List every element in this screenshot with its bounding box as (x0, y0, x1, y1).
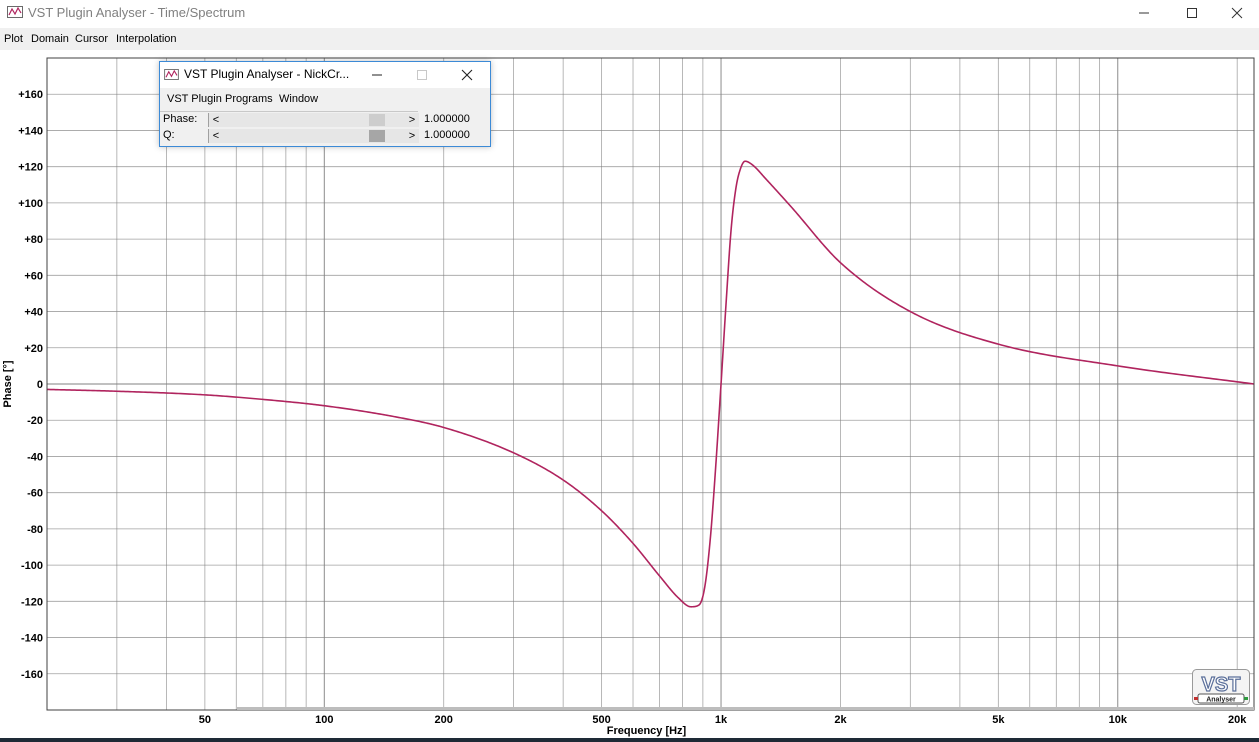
menu-plot[interactable]: Plot (4, 33, 23, 45)
phase-slider[interactable]: < > (208, 113, 419, 127)
logo-icon: VST Analyser (1192, 669, 1250, 705)
x-tick-label: 10k (1109, 714, 1128, 726)
y-tick-label: +100 (18, 198, 43, 210)
vst-analyser-logo: VST Analyser (1192, 669, 1250, 705)
phase-value: 1.000000 (424, 113, 470, 125)
divider (160, 111, 418, 112)
app-icon (7, 6, 23, 18)
x-tick-label: 1k (715, 714, 728, 726)
maximize-icon (1187, 8, 1197, 18)
plugin-window-title: VST Plugin Analyser - NickCr... (184, 67, 350, 81)
logo-subtext: Analyser (1206, 697, 1236, 704)
param-label-phase: Phase: (163, 113, 198, 125)
menu-bar: Plot Domain Cursor Interpolation (0, 28, 1259, 50)
close-icon (1231, 7, 1243, 19)
y-tick-label: +40 (24, 307, 43, 319)
close-button[interactable] (1214, 0, 1259, 26)
phase-plot[interactable]: +160 +140 +120 +100 +80 +60 +40 +20 0 -20 -40 -60 -8… (0, 50, 1259, 742)
x-tick-label: 200 (435, 714, 453, 726)
q-value: 1.000000 (424, 129, 470, 141)
menu-domain[interactable]: Domain (31, 33, 69, 45)
minimize-button[interactable] (1121, 0, 1167, 26)
y-tick-label: +120 (18, 162, 43, 174)
y-tick-label: -20 (27, 415, 43, 427)
y-tick-label: -140 (21, 633, 43, 645)
plot-area[interactable]: +160 +140 +120 +100 +80 +60 +40 +20 0 -20 -40 -60 -8… (0, 50, 1259, 742)
y-tick-label: -100 (21, 560, 43, 572)
x-tick-label: 50 (199, 714, 211, 726)
menu-cursor[interactable]: Cursor (75, 33, 108, 45)
chevron-right-icon[interactable]: > (405, 113, 419, 127)
y-tick-label: -40 (27, 451, 43, 463)
plugin-app-icon (164, 69, 179, 80)
phase-slider-thumb[interactable] (369, 114, 386, 126)
y-tick-label: 0 (37, 379, 43, 391)
plugin-title-bar[interactable]: VST Plugin Analyser - NickCr... (160, 62, 490, 88)
plugin-close-button[interactable] (445, 62, 489, 88)
y-tick-label: +60 (24, 270, 43, 282)
y-tick-label: -120 (21, 596, 43, 608)
param-label-q: Q: (163, 129, 175, 141)
y-tick-label: -60 (27, 488, 43, 500)
x-tick-label: 20k (1228, 714, 1247, 726)
y-axis-label: Phase [°] (2, 360, 14, 408)
x-tick-label: 100 (315, 714, 333, 726)
x-tick-label: 2k (834, 714, 847, 726)
y-tick-label: -160 (21, 669, 43, 681)
menu-interpolation[interactable]: Interpolation (116, 33, 177, 45)
y-tick-labels: +160 +140 +120 +100 +80 +60 +40 +20 0 -20 -40 -60 -8… (18, 89, 43, 681)
chevron-left-icon[interactable]: < (209, 129, 223, 143)
grid (47, 58, 1254, 710)
plugin-menu-programs[interactable]: Programs (225, 93, 273, 105)
plugin-window[interactable]: VST Plugin Analyser - NickCr... VST Plug… (159, 61, 491, 147)
chevron-right-icon[interactable]: > (405, 129, 419, 143)
q-slider-thumb[interactable] (369, 130, 386, 142)
plugin-minimize-button[interactable] (355, 62, 399, 88)
y-tick-label: -80 (27, 524, 43, 536)
minimize-icon (1139, 12, 1149, 14)
x-tick-label: 5k (992, 714, 1005, 726)
window-title: VST Plugin Analyser - Time/Spectrum (28, 5, 246, 20)
y-tick-label: +140 (18, 125, 43, 137)
plugin-menu-window[interactable]: Window (279, 93, 318, 105)
y-tick-label: +160 (18, 89, 43, 101)
minimize-icon (372, 74, 382, 76)
maximize-button[interactable] (1169, 0, 1215, 26)
logo-text: VST (1202, 674, 1241, 696)
q-slider[interactable]: < > (208, 129, 419, 143)
horizontal-scrollbar[interactable] (237, 707, 1254, 710)
y-tick-label: +20 (24, 343, 43, 355)
plugin-maximize-button (400, 62, 444, 88)
close-icon (461, 69, 473, 81)
plugin-menu-vst-plugin[interactable]: VST Plugin (167, 93, 222, 105)
chevron-left-icon[interactable]: < (209, 113, 223, 127)
taskbar-edge (0, 738, 1259, 742)
title-bar: VST Plugin Analyser - Time/Spectrum (0, 0, 1259, 28)
maximize-icon (417, 70, 427, 80)
x-tick-labels: 50 100 200 500 1k 2k 5k 10k 20k (199, 714, 1247, 726)
y-tick-label: +80 (24, 234, 43, 246)
x-axis-label: Frequency [Hz] (607, 725, 687, 737)
